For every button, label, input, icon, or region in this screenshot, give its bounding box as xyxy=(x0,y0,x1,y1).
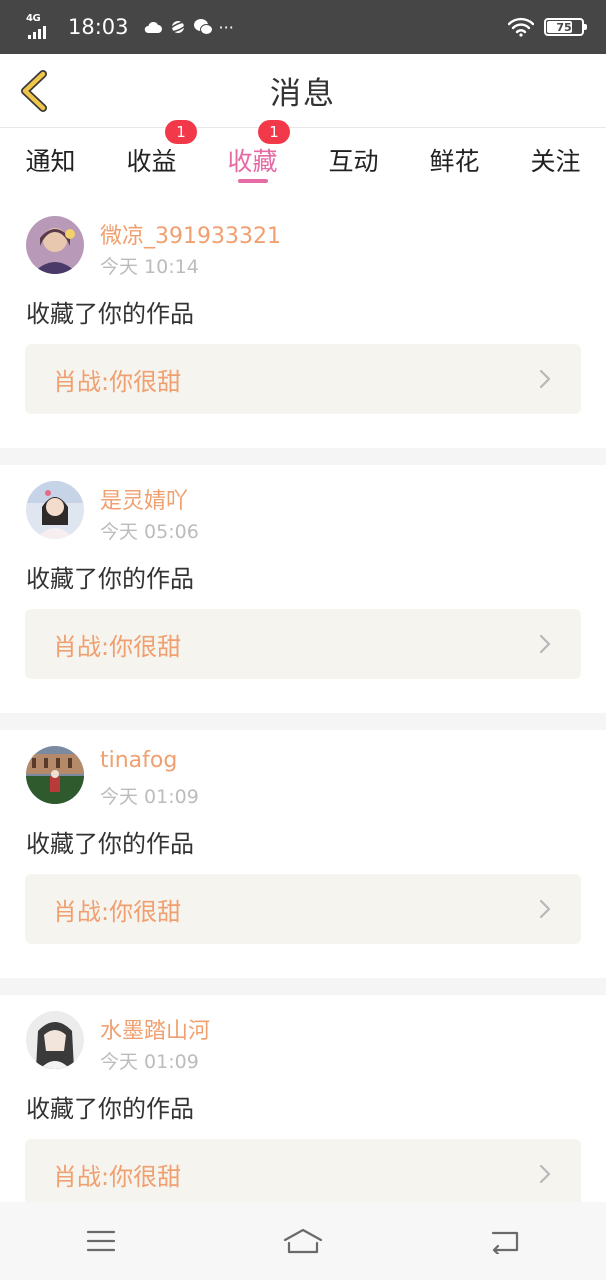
user-name[interactable]: 水墨踏山河 xyxy=(100,1013,210,1045)
return-icon xyxy=(491,1231,519,1254)
list-item: tinafog 今天 01:09 收藏了你的作品 肖战:你很甜 xyxy=(0,730,606,978)
avatar[interactable] xyxy=(26,481,84,539)
chevron-left-icon xyxy=(21,70,47,112)
avatar[interactable] xyxy=(26,1011,84,1069)
work-title: 肖战:你很甜 xyxy=(53,897,182,926)
status-time: 18:03 xyxy=(68,15,129,39)
user-name[interactable]: 是灵婧吖 xyxy=(100,483,188,515)
chevron-right-icon xyxy=(539,899,551,919)
chevron-right-icon xyxy=(539,369,551,389)
list-item: 是灵婧吖 今天 05:06 收藏了你的作品 肖战:你很甜 xyxy=(0,465,606,713)
planet-icon xyxy=(168,21,187,33)
tab-notifications[interactable]: 通知 xyxy=(0,128,101,192)
signal-icon: 4G xyxy=(26,13,56,39)
nav-home-button[interactable] xyxy=(263,1211,343,1271)
chevron-right-icon xyxy=(539,634,551,654)
nav-back-button[interactable] xyxy=(465,1211,545,1271)
menu-icon xyxy=(86,1230,116,1252)
action-text: 收藏了你的作品 xyxy=(26,565,194,593)
tab-label: 通知 xyxy=(25,147,76,176)
divider xyxy=(0,978,606,995)
work-link[interactable]: 肖战:你很甜 xyxy=(25,609,581,679)
timestamp: 今天 05:06 xyxy=(100,521,199,543)
wechat-icon xyxy=(193,19,213,35)
unread-badge: 1 xyxy=(258,120,290,144)
tab-interactions[interactable]: 互动 xyxy=(303,128,404,192)
tab-earnings[interactable]: 收益 1 xyxy=(101,120,202,192)
system-nav-bar xyxy=(0,1202,606,1280)
avatar[interactable] xyxy=(26,216,84,274)
work-link[interactable]: 肖战:你很甜 xyxy=(25,344,581,414)
tab-label: 关注 xyxy=(530,147,581,176)
work-link[interactable]: 肖战:你很甜 xyxy=(25,874,581,944)
header: 消息 xyxy=(0,54,606,128)
action-text: 收藏了你的作品 xyxy=(26,300,194,328)
tab-bar: 通知 收益 1 收藏 1 互动 鲜花 关注 xyxy=(0,120,606,192)
divider xyxy=(0,713,606,730)
more-indicator: ··· xyxy=(218,17,234,37)
tab-label: 鲜花 xyxy=(429,147,480,176)
list-item: 微凉_391933321 今天 10:14 收藏了你的作品 肖战:你很甜 xyxy=(0,200,606,448)
timestamp: 今天 10:14 xyxy=(100,256,199,278)
user-name[interactable]: tinafog xyxy=(100,748,177,773)
battery-icon: 75 xyxy=(544,18,587,36)
tab-label: 互动 xyxy=(328,147,379,176)
unread-badge: 1 xyxy=(165,120,197,144)
timestamp: 今天 01:09 xyxy=(100,1051,199,1073)
work-link[interactable]: 肖战:你很甜 xyxy=(25,1139,581,1209)
divider xyxy=(0,448,606,465)
tab-following[interactable]: 关注 xyxy=(505,128,606,192)
tab-label: 收藏 xyxy=(227,147,278,176)
active-tab-indicator xyxy=(237,179,268,183)
home-icon xyxy=(283,1228,323,1254)
wifi-icon xyxy=(508,17,534,37)
work-title: 肖战:你很甜 xyxy=(53,1162,182,1191)
tab-flowers[interactable]: 鲜花 xyxy=(404,128,505,192)
message-list: 微凉_391933321 今天 10:14 收藏了你的作品 肖战:你很甜 是灵婧… xyxy=(0,200,606,1243)
action-text: 收藏了你的作品 xyxy=(26,1095,194,1123)
chevron-right-icon xyxy=(539,1164,551,1184)
user-name[interactable]: 微凉_391933321 xyxy=(100,218,281,250)
action-text: 收藏了你的作品 xyxy=(26,830,194,858)
back-button[interactable] xyxy=(14,68,54,114)
page-title: 消息 xyxy=(270,76,336,112)
tab-favorites[interactable]: 收藏 1 xyxy=(202,120,303,192)
avatar[interactable] xyxy=(26,746,84,804)
status-bar: 4G 18:03 ··· 75 xyxy=(0,0,606,54)
timestamp: 今天 01:09 xyxy=(100,786,199,808)
tab-label: 收益 xyxy=(126,147,177,176)
nav-menu-button[interactable] xyxy=(61,1211,141,1271)
screen: 4G 18:03 ··· 75 消息 通知 收益 1 收藏 1 互动 鲜花 关注… xyxy=(0,0,606,1280)
cloud-icon xyxy=(144,21,162,33)
work-title: 肖战:你很甜 xyxy=(53,632,182,661)
work-title: 肖战:你很甜 xyxy=(53,367,182,396)
